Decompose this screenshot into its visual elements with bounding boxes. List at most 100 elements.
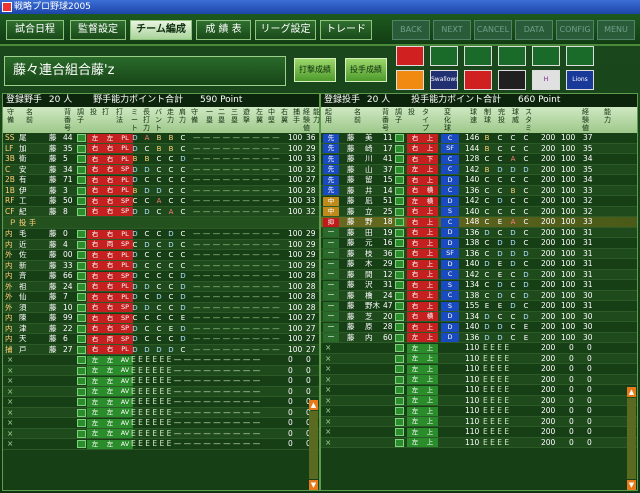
pitcher-row[interactable]: 抑藤野 18 右上 C 148 C E A C 200 100 33 [321,217,637,228]
pitcher-row[interactable]: 中藤立 25 右上 S 140 C C C C 200 100 32 [321,206,637,217]
fielder-row[interactable]: 内陳藤 99 右右 SP C C C C E — — — — — — — — —100 27 [3,313,319,324]
column-header-1[interactable]: 名前 [353,108,362,124]
team-logo-1[interactable] [430,46,458,66]
column-header-6[interactable]: 変化球 [443,108,452,132]
empty-fielder-row[interactable]: ×左左AVE E E E E E — — — — — — — — —00 [3,386,319,397]
team-logo-10[interactable]: H [532,70,560,90]
empty-fielder-row[interactable]: ×左左AVE E E E E E — — — — — — — — —00 [3,439,319,450]
column-header-12[interactable]: 経験値 [581,108,590,132]
team-logo-6[interactable] [396,70,424,90]
column-header-16[interactable]: 遊撃 [242,108,251,124]
pitcher-row[interactable]: 一藤内 60 左上 D 136 D D C E 200 100 30 [321,332,637,343]
fielders-scrollbar[interactable] [309,411,318,479]
fielder-row[interactable]: 2B 有藤 71 右右 PL D C C C C — — — — — — — — —100 27 [3,175,319,186]
column-header-3[interactable]: 調子 [76,108,85,124]
pitcher-row[interactable]: 先藤井 14 右横 C 136 C C B C 200 100 33 [321,185,637,196]
fielder-row[interactable]: LF 加藤 35 右右 PL D C B B C — — — — — — — — —100 29 [3,143,319,154]
empty-pitcher-row[interactable]: × 左上 110 E E E E 200 0 0 [321,343,637,354]
pitcher-row[interactable]: 先藤崎 17 右上 SF 144 B C C C 200 100 35 [321,143,637,154]
pitching-stats-button[interactable]: 投手成績 [345,58,387,82]
pitcher-row[interactable]: 一藤原 28 右上 D 140 D D C E 200 100 30 [321,322,637,333]
empty-pitcher-row[interactable]: × 左上 110 E E E E 200 0 0 [321,427,637,438]
pitcher-row[interactable]: 一藤芝 20 右横 D 134 D C C D 200 100 30 [321,311,637,322]
team-logo-3[interactable] [498,46,526,66]
empty-fielder-row[interactable]: ×左左AVE E E E E E — — — — — — — — —00 [3,418,319,429]
pitchers-scroll-up-button[interactable]: ▲ [627,387,636,397]
pitcher-row[interactable]: 一藤枝 36 右上 SF 136 C D D D 200 100 31 [321,248,637,259]
team-logo-0[interactable] [396,46,424,66]
column-header-15[interactable]: 三塁 [230,108,239,124]
column-header-3[interactable]: 調子 [394,108,403,124]
fielder-row[interactable]: 外仙藤 7 右右 PL D C D C D — — — — — — — — —100 28 [3,292,319,303]
fielder-row[interactable]: SS 尾藤 44 左左 PL D A B B C — — — — — — — — —100 36 [3,133,319,144]
menu-button-2[interactable]: チーム編成 [130,20,192,40]
fielder-row[interactable]: RF 工藤 50 右右 SP C C A C C — — — — — — — — —100 33 [3,196,319,207]
pitchers-list[interactable]: 先藤美 11 右上 C 146 B C C C 200 100 37 先藤崎 17 右上 SF 144 B C C C 2… [321,133,637,491]
team-logo-5[interactable] [566,46,594,66]
batting-stats-button[interactable]: 打撃成績 [294,58,336,82]
column-header-0[interactable]: 守備 [6,108,15,124]
column-header-20[interactable]: 捕手 [292,108,301,124]
column-header-13[interactable]: 能力 [603,108,612,124]
empty-pitcher-row[interactable]: × 左上 110 E E E E 200 0 0 [321,437,637,448]
column-header-2[interactable]: 背番号 [381,108,390,132]
fielder-row[interactable]: 3B 衛藤 5 右右 PL B B C C D — — — — — — — — —100 33 [3,154,319,165]
column-header-4[interactable]: 投 [89,108,98,116]
menu-button-4[interactable]: リーグ設定 [255,20,316,40]
fielders-list[interactable]: SS 尾藤 44 左左 PL D A B B C — — — — — — — — —100 36 LF 加… [3,133,319,491]
column-header-18[interactable]: 中堅 [267,108,276,124]
column-header-10[interactable]: 球威 [511,108,520,124]
column-header-1[interactable]: 名前 [25,108,34,124]
pitcher-row[interactable]: 一藤田 19 右上 D 136 D C D C 200 100 31 [321,227,637,238]
pitcher-row[interactable]: 一藤橋 24 右上 C 138 C D C D 200 100 30 [321,290,637,301]
fielder-row[interactable]: 内斉藤 66 右右 SP D C C C D — — — — — — — — —100 28 [3,271,319,282]
pitcher-row[interactable]: 先藤美 11 右上 C 146 B C C C 200 100 37 [321,133,637,144]
team-logo-4[interactable] [532,46,560,66]
fielder-row[interactable]: 1B 伊藤 3 右右 PL B D D C C — — — — — — — — —100 28 [3,185,319,196]
column-header-7[interactable]: 球速 [469,108,478,124]
pitchers-scrollbar[interactable] [627,398,636,479]
fielder-row[interactable]: 外祖藤 24 右右 PL D D C C D — — — — — — — — —100 28 [3,281,319,292]
menu-button-3[interactable]: 成 績 表 [196,20,251,40]
pitcher-row[interactable]: 先藤山 37 左上 C 142 B D D D 200 100 35 [321,164,637,175]
column-header-5[interactable]: 打 [101,108,110,116]
empty-pitcher-row[interactable]: × 左上 110 E E E E 200 0 0 [321,364,637,375]
empty-fielder-row[interactable]: ×左左AVE E E E E E — — — — — — — — —00 [3,365,319,376]
empty-pitcher-row[interactable]: × 左上 110 E E E E 200 0 0 [321,385,637,396]
pitcher-row[interactable]: 先藤川 41 右下 C 128 C C A C 200 100 34 [321,154,637,165]
empty-fielder-row[interactable]: ×左左AVE E E E E E — — — — — — — — —00 [3,376,319,387]
empty-pitcher-row[interactable]: × 左上 110 E E E E 200 0 0 [321,416,637,427]
fielder-row[interactable]: 内天藤 6 右両 SP D C C C D — — — — — — — — —100 27 [3,334,319,345]
fielder-row[interactable]: 内近藤 4 右両 SP C D C D C — — — — — — — — —100 29 [3,239,319,250]
column-header-13[interactable]: 一塁 [205,108,214,124]
fielder-row[interactable]: 内新藤 33 右右 PL D C C C C — — — — — — — — —100 29 [3,260,319,271]
team-logo-9[interactable] [498,70,526,90]
column-header-7[interactable]: ミート [130,108,139,132]
column-header-9[interactable]: バント [154,108,163,132]
pitcher-row[interactable]: 一藤沢 31 右上 S 134 C D C D 200 100 31 [321,280,637,291]
menu-button-5[interactable]: トレード [320,20,372,40]
column-header-9[interactable]: 完投 [497,108,506,124]
column-header-10[interactable]: 走力 [166,108,175,124]
empty-pitcher-row[interactable]: × 左上 110 E E E E 200 0 0 [321,406,637,417]
empty-pitcher-row[interactable]: × 左上 110 E E E E 200 0 0 [321,374,637,385]
menu-button-1[interactable]: 監督設定 [70,20,126,40]
fielders-scroll-down-button[interactable]: ▼ [309,480,318,490]
column-header-2[interactable]: 背番号 [63,108,72,132]
column-header-21[interactable]: 経験値 [302,108,311,132]
fielders-scroll-up-button[interactable]: ▲ [309,400,318,410]
fielder-row[interactable]: 捕戸藤 27 右右 PL D D D D C — — — — — — — — —100 27 [3,344,319,355]
pitcher-row[interactable]: 先藤留 15 右上 D 140 C C C C 200 100 34 [321,175,637,186]
column-header-5[interactable]: タイプ [421,108,430,132]
pitchers-scroll-down-button[interactable]: ▼ [627,480,636,490]
team-logo-11[interactable]: Lions [566,70,594,90]
pitcher-row[interactable]: 一藤木 29 右上 D 140 D E D C 200 100 31 [321,259,637,270]
column-header-11[interactable]: 肩力 [178,108,187,124]
empty-pitcher-row[interactable]: × 左上 110 E E E E 200 0 0 [321,353,637,364]
empty-fielder-row[interactable]: ×左左AVE E E E E E — — — — — — — — —00 [3,397,319,408]
fielder-row[interactable]: 内津藤 22 右右 SP D C C E D — — — — — — — — —100 27 [3,323,319,334]
column-header-6[interactable]: 打法 [115,108,124,124]
pitcher-row[interactable]: 中藤凪 51 左横 D 142 C D C C 200 100 32 [321,196,637,207]
column-header-19[interactable]: 右翼 [280,108,289,124]
pitcher-row[interactable]: 一藤野木 47 右上 S 155 E E D C 200 100 31 [321,301,637,312]
